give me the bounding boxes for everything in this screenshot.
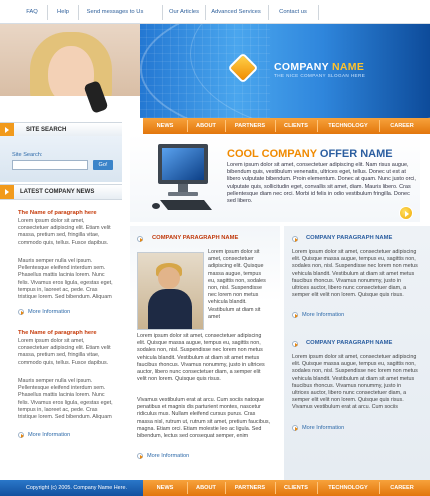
main-nav-technology[interactable]: TECHNOLOGY <box>317 118 379 134</box>
search-label: Site Search: <box>12 152 43 158</box>
main-nav-news[interactable]: NEWS <box>143 118 187 134</box>
top-navigation: FAQ Help Send messages to Us Our Article… <box>0 0 430 24</box>
main-nav-career[interactable]: CAREER <box>379 118 425 134</box>
nav-divider <box>268 5 269 20</box>
nav-divider <box>205 5 206 20</box>
arrow-icon <box>0 185 14 199</box>
computer-image <box>152 144 212 210</box>
news-text: Lorem ipsum dolor sit amet, consectetuer… <box>18 338 111 366</box>
top-nav-articles[interactable]: Our Articles <box>166 6 202 19</box>
arrow-icon <box>292 425 298 431</box>
footer-nav-news[interactable]: NEWS <box>143 480 187 496</box>
offer-title: COOL COMPANY OFFER NAME <box>227 148 393 160</box>
arrow-icon <box>18 309 24 315</box>
footer-nav-about[interactable]: ABOUT <box>187 480 225 496</box>
footer-nav-technology[interactable]: TECHNOLOGY <box>317 480 379 496</box>
photo-suit <box>148 289 192 329</box>
news-title[interactable]: The Name of paragraph here <box>18 330 97 336</box>
header-photo-woman-phone <box>0 24 140 118</box>
company-name-prefix: COMPANY <box>274 61 329 73</box>
footer-nav-clients[interactable]: CLIENTS <box>275 480 317 496</box>
arrow-icon <box>137 236 143 242</box>
offer-title-part: COOL COMPANY <box>227 148 317 160</box>
nav-divider <box>78 5 79 20</box>
offer-next-button[interactable] <box>399 206 413 220</box>
offer-title-part: OFFER NAME <box>319 148 393 160</box>
top-nav-contact[interactable]: Contact us <box>274 6 312 19</box>
more-information-link[interactable]: More Information <box>147 453 189 459</box>
search-go-button[interactable]: Go! <box>93 160 113 170</box>
search-panel <box>0 136 122 182</box>
businesswoman-photo <box>137 252 204 330</box>
latest-news-title: LATEST COMPANY NEWS <box>20 189 95 195</box>
offer-text: Lorem ipsum dolor sit amet, consectetuer… <box>227 162 416 205</box>
news-more-link[interactable]: More Information <box>28 432 70 438</box>
arrow-icon <box>292 236 298 242</box>
news-more-link[interactable]: More Information <box>28 309 70 315</box>
search-input[interactable] <box>12 160 88 170</box>
news-text: Mauris semper nulla vel ipsum. Pellentes… <box>18 258 113 301</box>
photo-face <box>158 267 180 289</box>
main-navigation: NEWS ABOUT PARTNERS CLIENTS TECHNOLOGY C… <box>143 118 430 134</box>
nav-divider <box>318 5 319 20</box>
paragraph-heading: COMPANY PARAGRAPH NAME <box>306 235 393 241</box>
latest-news-header: LATEST COMPANY NEWS <box>0 184 122 200</box>
more-information-link[interactable]: More Information <box>302 312 344 318</box>
top-nav-faq[interactable]: FAQ <box>20 6 44 19</box>
main-nav-partners[interactable]: PARTNERS <box>225 118 275 134</box>
main-nav-about[interactable]: ABOUT <box>187 118 225 134</box>
copyright-text: Copyright (c) 2005. Company Name Here. <box>26 485 127 491</box>
nav-divider <box>162 5 163 20</box>
top-nav-help[interactable]: Help <box>52 6 74 19</box>
company-name[interactable]: COMPANY NAME <box>274 61 364 73</box>
footer: Copyright (c) 2005. Company Name Here. N… <box>0 480 430 496</box>
news-text: Mauris semper nulla vel ipsum. Pellentes… <box>18 378 113 421</box>
arrow-icon <box>137 453 143 459</box>
paragraph-text: Vivamus vestibulum erat at arcu. Cum soc… <box>137 397 271 440</box>
paragraph-heading: COMPANY PARAGRAPH NAME <box>306 340 393 346</box>
arrow-icon <box>0 123 14 137</box>
paragraph-side-text: Lorem ipsum dolor sit amet, consectetuer… <box>208 249 266 320</box>
news-title[interactable]: The Name of paragraph here <box>18 210 97 216</box>
main-nav-clients[interactable]: CLIENTS <box>275 118 317 134</box>
company-name-accent: NAME <box>332 61 365 73</box>
footer-nav-career[interactable]: CAREER <box>379 480 425 496</box>
arrow-icon <box>18 432 24 438</box>
nav-divider <box>47 5 48 20</box>
news-text: Lorem ipsum dolor sit amet, consectetuer… <box>18 218 111 246</box>
paragraph-heading: COMPANY PARAGRAPH NAME <box>152 235 239 241</box>
company-slogan: THE NICE COMPANY SLOGAN HERE <box>274 73 366 78</box>
top-nav-send-messages[interactable]: Send messages to Us <box>82 6 148 19</box>
photo-shirt <box>0 96 140 118</box>
site-search-title: SITE SEARCH <box>26 127 67 133</box>
footer-nav-partners[interactable]: PARTNERS <box>225 480 275 496</box>
paragraph-text: Lorem ipsum dolor sit amet, consectetuer… <box>137 333 265 383</box>
top-nav-advanced-services[interactable]: Advanced Services <box>208 6 264 19</box>
arrow-icon <box>292 341 298 347</box>
more-information-link[interactable]: More Information <box>302 425 344 431</box>
arrow-icon <box>292 312 298 318</box>
paragraph-text: Lorem ipsum dolor sit amet, consectetuer… <box>292 249 418 299</box>
paragraph-text: Lorem ipsum dolor sit amet, consectetuer… <box>292 354 418 411</box>
